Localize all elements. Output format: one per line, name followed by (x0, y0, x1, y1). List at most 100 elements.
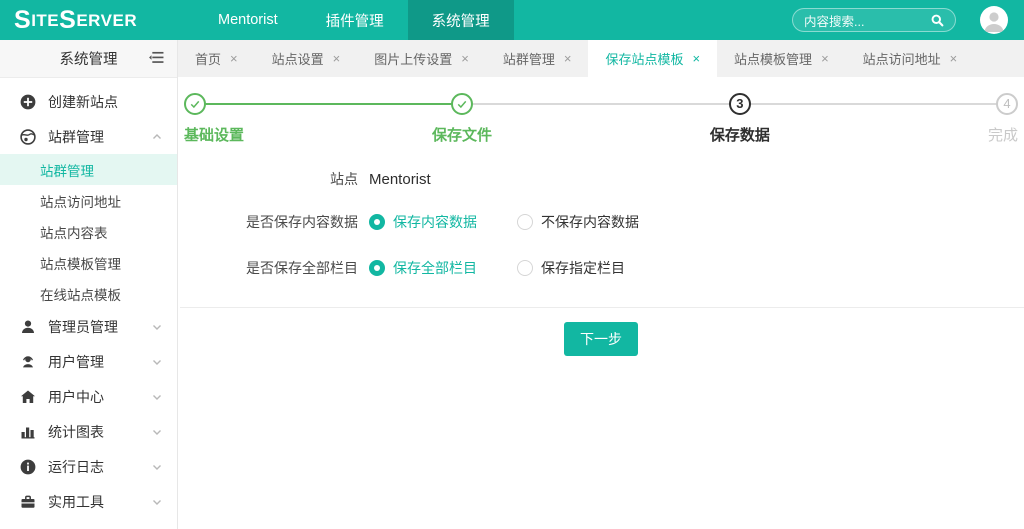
nav-item-mentorist[interactable]: Mentorist (194, 0, 302, 40)
collapse-menu-icon[interactable] (149, 51, 164, 64)
sidebar-item-label: 创建新站点 (48, 92, 118, 112)
chevron-down-icon[interactable] (151, 321, 163, 333)
radio-unchecked-icon[interactable] (517, 260, 533, 276)
sidebar-header: 系统管理 (0, 40, 177, 78)
globe-icon (20, 129, 36, 145)
siteserver-logo: SITESERVER (0, 0, 178, 40)
tab-site-group-management[interactable]: 站群管理 × (486, 40, 589, 77)
content: 基础设置 保存文件 3 保存数据 4 完成 (178, 77, 1024, 356)
tab-site-template-management[interactable]: 站点模板管理 × (717, 40, 846, 77)
site-value: Mentorist (369, 171, 431, 188)
top-navigation: Mentorist 插件管理 系统管理 (194, 0, 514, 40)
main-area: 首页 × 站点设置 × 图片上传设置 × 站群管理 × 保存站点模板 × 站点模… (178, 40, 1024, 529)
home-icon (20, 389, 36, 405)
siteserver-admin: SITESERVER Mentorist 插件管理 系统管理 内容搜索... 系… (0, 0, 1024, 529)
radio-option-save-all-channels[interactable]: 保存全部栏目 (369, 258, 477, 278)
sidebar-item-statistics-charts[interactable]: 统计图表 (0, 414, 177, 449)
sidebar-menu: 创建新站点 站群管理 站群管理 站点访问地址 站点内容表 站 (0, 78, 177, 519)
sidebar-subitem-site-template-management[interactable]: 站点模板管理 (0, 247, 177, 278)
sidebar-item-user-center[interactable]: 用户中心 (0, 379, 177, 414)
topbar: SITESERVER Mentorist 插件管理 系统管理 内容搜索... (0, 0, 1024, 40)
sidebar-subitem-site-group-management[interactable]: 站群管理 (0, 154, 177, 185)
tab-home[interactable]: 首页 × (178, 40, 255, 77)
chevron-down-icon[interactable] (151, 461, 163, 473)
question-label: 是否保存内容数据 (200, 212, 358, 232)
site-label: 站点 (200, 169, 358, 189)
sidebar-item-admin-management[interactable]: 管理员管理 (0, 309, 177, 344)
briefcase-icon (20, 494, 36, 510)
sidebar-item-label: 站群管理 (48, 127, 104, 147)
sidebar-item-run-logs[interactable]: 运行日志 (0, 449, 177, 484)
form-row-site: 站点 Mentorist (200, 159, 1002, 199)
sidebar-item-label: 用户中心 (48, 387, 104, 407)
chevron-down-icon[interactable] (151, 426, 163, 438)
tab-bar: 首页 × 站点设置 × 图片上传设置 × 站群管理 × 保存站点模板 × 站点模… (178, 40, 1024, 77)
sidebar-item-label: 管理员管理 (48, 317, 118, 337)
topbar-right: 内容搜索... (792, 0, 1024, 40)
tab-site-settings[interactable]: 站点设置 × (255, 40, 358, 77)
wizard-step-save-data: 3 保存数据 (710, 93, 770, 145)
tab-image-upload-settings[interactable]: 图片上传设置 × (357, 40, 486, 77)
bar-chart-icon (20, 424, 36, 440)
content-search-input[interactable]: 内容搜索... (792, 8, 956, 32)
close-icon[interactable]: × (821, 51, 829, 66)
user-headset-icon (20, 354, 36, 370)
button-row: 下一步 (200, 322, 1002, 356)
step-label: 保存数据 (710, 124, 770, 145)
close-icon[interactable]: × (564, 51, 572, 66)
sidebar-item-label: 运行日志 (48, 457, 104, 477)
sidebar-item-utilities[interactable]: 实用工具 (0, 484, 177, 519)
sidebar-item-user-management[interactable]: 用户管理 (0, 344, 177, 379)
step-number: 4 (996, 93, 1018, 115)
search-placeholder: 内容搜索... (804, 11, 864, 30)
tab-save-site-template[interactable]: 保存站点模板 × (588, 40, 717, 77)
sidebar: 系统管理 创建新站点 站群管理 站群 (0, 40, 178, 529)
sidebar-item-create-site[interactable]: 创建新站点 (0, 84, 177, 119)
close-icon[interactable]: × (230, 51, 238, 66)
chevron-down-icon[interactable] (151, 356, 163, 368)
plus-circle-icon (20, 94, 36, 110)
form-row-save-content-data: 是否保存内容数据 保存内容数据 不保存内容数据 (200, 199, 1002, 245)
wizard-step-save-files: 保存文件 (432, 93, 492, 145)
logo-text: S (14, 8, 31, 33)
chevron-down-icon[interactable] (151, 496, 163, 508)
close-icon[interactable]: × (461, 51, 469, 66)
sidebar-item-label: 用户管理 (48, 352, 104, 372)
question-label: 是否保存全部栏目 (200, 258, 358, 278)
wizard-step-basic-settings: 基础设置 (184, 93, 244, 145)
sidebar-item-site-group[interactable]: 站群管理 (0, 119, 177, 154)
sidebar-subitem-site-content-table[interactable]: 站点内容表 (0, 216, 177, 247)
check-circle-icon (184, 93, 206, 115)
form-divider (180, 307, 1024, 308)
sidebar-subitem-site-access-address[interactable]: 站点访问地址 (0, 185, 177, 216)
chevron-up-icon[interactable] (151, 131, 163, 143)
radio-unchecked-icon[interactable] (517, 214, 533, 230)
nav-item-system-management[interactable]: 系统管理 (408, 0, 514, 40)
sidebar-subitem-online-site-template[interactable]: 在线站点模板 (0, 278, 177, 309)
info-circle-icon (20, 459, 36, 475)
save-template-form: 站点 Mentorist 是否保存内容数据 保存内容数据 不保存内容数据 是 (200, 159, 1002, 291)
radio-checked-icon[interactable] (369, 214, 385, 230)
radio-option-save-content-data[interactable]: 保存内容数据 (369, 212, 477, 232)
radio-checked-icon[interactable] (369, 260, 385, 276)
close-icon[interactable]: × (950, 51, 958, 66)
sidebar-item-label: 实用工具 (48, 492, 104, 512)
nav-item-plugin-management[interactable]: 插件管理 (302, 0, 408, 40)
tab-site-access-address[interactable]: 站点访问地址 × (846, 40, 975, 77)
step-label: 基础设置 (184, 124, 244, 145)
admin-user-icon (20, 319, 36, 335)
close-icon[interactable]: × (692, 51, 700, 66)
user-avatar[interactable] (980, 6, 1008, 34)
check-circle-icon (451, 93, 473, 115)
radio-option-save-selected-channels[interactable]: 保存指定栏目 (517, 258, 625, 278)
radio-option-dont-save-content-data[interactable]: 不保存内容数据 (517, 212, 639, 232)
step-wizard: 基础设置 保存文件 3 保存数据 4 完成 (184, 93, 1018, 149)
step-number: 3 (729, 93, 751, 115)
step-label: 保存文件 (432, 124, 492, 145)
step-label: 完成 (988, 124, 1018, 145)
close-icon[interactable]: × (333, 51, 341, 66)
search-icon[interactable] (931, 14, 944, 27)
next-step-button[interactable]: 下一步 (564, 322, 638, 356)
chevron-down-icon[interactable] (151, 391, 163, 403)
sidebar-item-label: 统计图表 (48, 422, 104, 442)
